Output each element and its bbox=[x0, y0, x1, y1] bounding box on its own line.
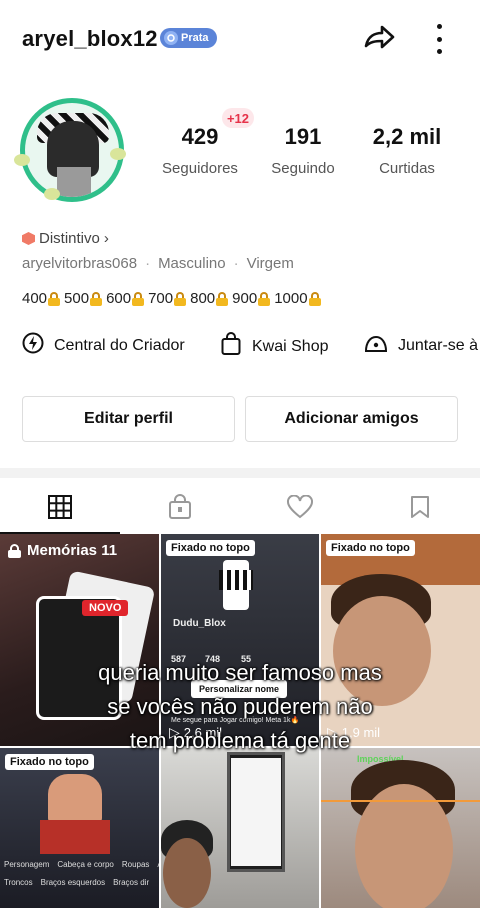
overlay-caption: queria muito ser famoso mas se vocês não… bbox=[98, 660, 382, 753]
pinned-badge: Fixado no topo bbox=[326, 540, 415, 556]
memories-title: Memórias 11 bbox=[8, 542, 117, 559]
lock-icon bbox=[90, 291, 103, 306]
followers-count: 429 bbox=[181, 124, 219, 149]
video-thumbnail[interactable]: Impossível bbox=[321, 748, 480, 908]
add-friends-button[interactable]: Adicionar amigos bbox=[245, 396, 458, 442]
lock-bag-icon bbox=[169, 494, 191, 519]
lock-icon bbox=[8, 543, 21, 558]
likes-stat[interactable]: 2,2 mil Curtidas bbox=[362, 124, 452, 177]
avatar[interactable] bbox=[14, 96, 132, 204]
new-badge: NOVO bbox=[82, 600, 129, 616]
share-arrow-icon[interactable] bbox=[362, 22, 396, 56]
badge-label: Prata bbox=[181, 32, 209, 44]
milestone: 700 bbox=[148, 290, 187, 307]
memories-label: Memórias 11 bbox=[27, 542, 118, 559]
filter-line bbox=[321, 800, 480, 802]
following-stat[interactable]: 191 Seguindo bbox=[264, 124, 342, 177]
tab-saved[interactable] bbox=[360, 480, 480, 534]
bio-milestones: 400 500 600 700 800 900 1000 bbox=[22, 290, 321, 307]
followers-stat[interactable]: 429 Seguidores bbox=[158, 124, 242, 177]
lock-icon bbox=[132, 291, 145, 306]
avatar-figure bbox=[219, 570, 253, 590]
profile-meta: aryelvitorbras068 · Masculino · Virgem bbox=[22, 255, 294, 272]
creator-center-label: Central do Criador bbox=[54, 336, 185, 354]
following-count: 191 bbox=[284, 124, 322, 149]
milestone: 400 bbox=[22, 290, 61, 307]
milestone: 900 bbox=[232, 290, 271, 307]
kwai-shop-label: Kwai Shop bbox=[252, 337, 329, 355]
tab-grid[interactable] bbox=[0, 480, 120, 534]
profile-links: Central do Criador Kwai Shop Juntar-se à bbox=[0, 326, 480, 366]
lock-icon bbox=[308, 291, 321, 306]
tab-liked[interactable] bbox=[240, 480, 360, 534]
section-divider bbox=[0, 468, 480, 478]
editor-tabs: PersonagemCabeça e corpoRoupasAc bbox=[4, 860, 159, 869]
following-label: Seguindo bbox=[271, 160, 335, 177]
badge-icon bbox=[164, 31, 178, 45]
tab-private[interactable] bbox=[120, 480, 240, 534]
phone-screen bbox=[231, 758, 281, 866]
creator-center-icon bbox=[22, 332, 44, 359]
milestone: 1000 bbox=[274, 290, 321, 307]
avatar-figure bbox=[40, 820, 110, 854]
username: aryel_blox12 bbox=[22, 26, 158, 51]
edit-profile-button[interactable]: Editar perfil bbox=[22, 396, 235, 442]
lock-icon bbox=[174, 291, 187, 306]
join-group-link[interactable]: Juntar-se à bbox=[364, 332, 478, 359]
more-vertical-icon[interactable] bbox=[428, 24, 450, 54]
likes-count: 2,2 mil bbox=[372, 124, 442, 149]
shopping-bag-icon bbox=[220, 332, 242, 361]
bookmark-icon bbox=[411, 496, 429, 518]
followers-label: Seguidores bbox=[162, 160, 238, 177]
profile-header: aryel_blox12 Prata bbox=[0, 0, 480, 78]
content-tabs bbox=[0, 480, 480, 534]
grid-icon bbox=[48, 495, 72, 519]
zodiac: Virgem bbox=[246, 255, 294, 272]
lock-icon bbox=[48, 291, 61, 306]
user-id: aryelvitorbras068 bbox=[22, 255, 138, 272]
milestone: 800 bbox=[190, 290, 229, 307]
kwai-shop-link[interactable]: Kwai Shop bbox=[220, 332, 329, 361]
hexagon-icon bbox=[22, 232, 35, 245]
lock-icon bbox=[258, 291, 271, 306]
creator-center-link[interactable]: Central do Criador bbox=[22, 332, 185, 359]
heart-icon bbox=[287, 495, 313, 519]
milestone: 600 bbox=[106, 290, 145, 307]
avatar-figure bbox=[48, 774, 102, 824]
rank-badge[interactable]: Prata bbox=[160, 28, 217, 48]
milestone: 500 bbox=[64, 290, 103, 307]
likes-label: Curtidas bbox=[379, 160, 435, 177]
photo-subject bbox=[355, 784, 453, 908]
chevron-right-icon: › bbox=[103, 230, 109, 247]
distintivo-label: Distintivo bbox=[39, 230, 100, 247]
join-group-label: Juntar-se à bbox=[398, 336, 479, 354]
gender: Masculino bbox=[158, 255, 226, 272]
photo-subject bbox=[163, 838, 211, 908]
pinned-badge: Fixado no topo bbox=[166, 540, 255, 556]
group-join-icon bbox=[364, 332, 388, 359]
editor-subtabs: Troncos Braços esquerdos Braços dir bbox=[4, 878, 150, 887]
video-thumbnail[interactable]: Fixado no topo Personagem Cabeça e corpo R… bbox=[0, 748, 159, 908]
distintivo-link[interactable]: Distintivo › bbox=[22, 230, 109, 247]
channel-name: Dudu_Blox bbox=[173, 618, 226, 629]
lock-icon bbox=[216, 291, 229, 306]
video-thumbnail[interactable] bbox=[161, 748, 319, 908]
